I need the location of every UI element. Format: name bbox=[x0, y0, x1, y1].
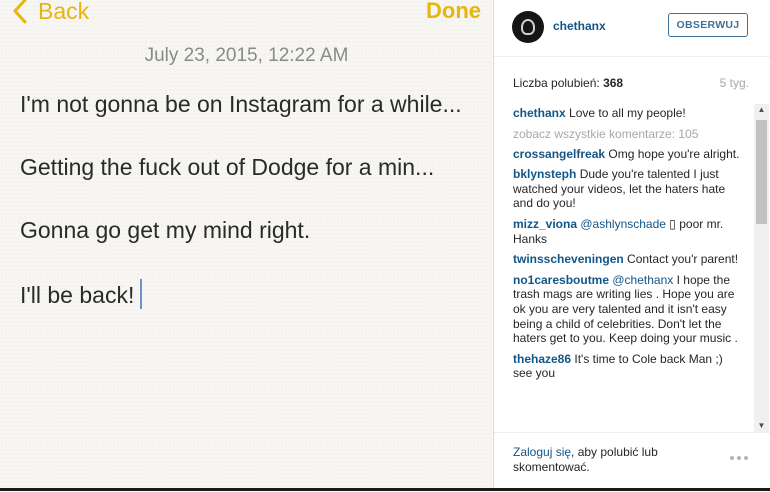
follow-button[interactable]: OBSERWUJ bbox=[668, 13, 748, 37]
comments-list: chethanx Love to all my people! zobacz w… bbox=[513, 106, 745, 432]
note-line: Getting the fuck out of Dodge for a min.… bbox=[20, 154, 435, 180]
comment-user[interactable]: thehaze86 bbox=[513, 352, 571, 366]
comment-text: Omg hope you're alright. bbox=[608, 146, 740, 161]
comment: thehaze86 It's time to Cole back Man ;) … bbox=[513, 352, 745, 381]
login-prompt: Zaloguj się, aby polubić lub skomentować… bbox=[513, 445, 703, 475]
back-button[interactable]: Back bbox=[12, 0, 89, 26]
note-body[interactable]: I'm not gonna be on Instagram for a whil… bbox=[20, 90, 485, 342]
comment-user[interactable]: twinsscheveningen bbox=[513, 252, 624, 266]
comment-user[interactable]: chethanx bbox=[513, 106, 566, 120]
chevron-left-icon bbox=[13, 0, 27, 24]
likes-label: Liczba polubień: bbox=[513, 76, 600, 90]
comment-mention[interactable]: @chethanx bbox=[612, 273, 673, 287]
comment-mention[interactable]: @ashlynschade bbox=[580, 217, 666, 231]
username-link[interactable]: chethanx bbox=[553, 19, 606, 33]
back-label: Back bbox=[38, 0, 90, 24]
scrollbar-thumb[interactable] bbox=[756, 120, 767, 224]
note-date: July 23, 2015, 12:22 AM bbox=[144, 45, 349, 66]
note-line-last: I'll be back! bbox=[20, 279, 485, 342]
comment: no1caresboutme @chethanx I hope the tras… bbox=[513, 273, 745, 346]
post-header: chethanx OBSERWUJ bbox=[494, 0, 770, 57]
post-footer: Zaloguj się, aby polubić lub skomentować… bbox=[494, 432, 770, 492]
avatar[interactable] bbox=[512, 11, 544, 43]
comment-text: Love to all my people! bbox=[569, 106, 686, 120]
likes-count: Liczba polubień: 368 bbox=[513, 76, 623, 90]
comment: twinsscheveningen Contact you'r parent! bbox=[513, 252, 745, 267]
comment-user[interactable]: mizz_viona bbox=[513, 217, 577, 231]
note-line-text: I'll be back! bbox=[20, 282, 135, 308]
comment: bklynsteph Dude you're talented I just w… bbox=[513, 167, 745, 211]
comment-user[interactable]: bklynsteph bbox=[513, 167, 576, 181]
notes-screenshot: Back Done July 23, 2015, 12:22 AM I'm no… bbox=[0, 0, 494, 491]
done-button[interactable]: Done bbox=[426, 0, 481, 26]
login-link[interactable]: Zaloguj się bbox=[513, 445, 571, 459]
text-cursor bbox=[140, 279, 143, 309]
comment-user[interactable]: crossangelfreak bbox=[513, 147, 605, 161]
instagram-post-panel: chethanx OBSERWUJ Liczba polubień: 368 5… bbox=[494, 0, 770, 491]
likes-value: 368 bbox=[603, 76, 624, 90]
scroll-down-icon[interactable]: ▼ bbox=[754, 420, 769, 432]
comments-scrollbar[interactable]: ▲ ▼ bbox=[754, 104, 769, 432]
comment-user[interactable]: no1caresboutme bbox=[513, 273, 609, 287]
note-line: Gonna go get my mind right. bbox=[20, 217, 311, 243]
post-age[interactable]: 5 tyg. bbox=[720, 76, 749, 90]
scroll-up-icon[interactable]: ▲ bbox=[754, 104, 769, 116]
note-line: I'm not gonna be on Instagram for a whil… bbox=[20, 91, 462, 117]
comment: mizz_viona @ashlynschade ▯ poor mr. Hank… bbox=[513, 217, 745, 246]
comment: crossangelfreak Omg hope you're alright. bbox=[513, 147, 745, 162]
view-all-comments-link[interactable]: zobacz wszystkie komentarze: 105 bbox=[513, 127, 745, 141]
comment: chethanx Love to all my people! bbox=[513, 106, 745, 121]
more-options-icon[interactable] bbox=[730, 453, 752, 463]
comment-text: Contact you'r parent! bbox=[627, 252, 739, 267]
